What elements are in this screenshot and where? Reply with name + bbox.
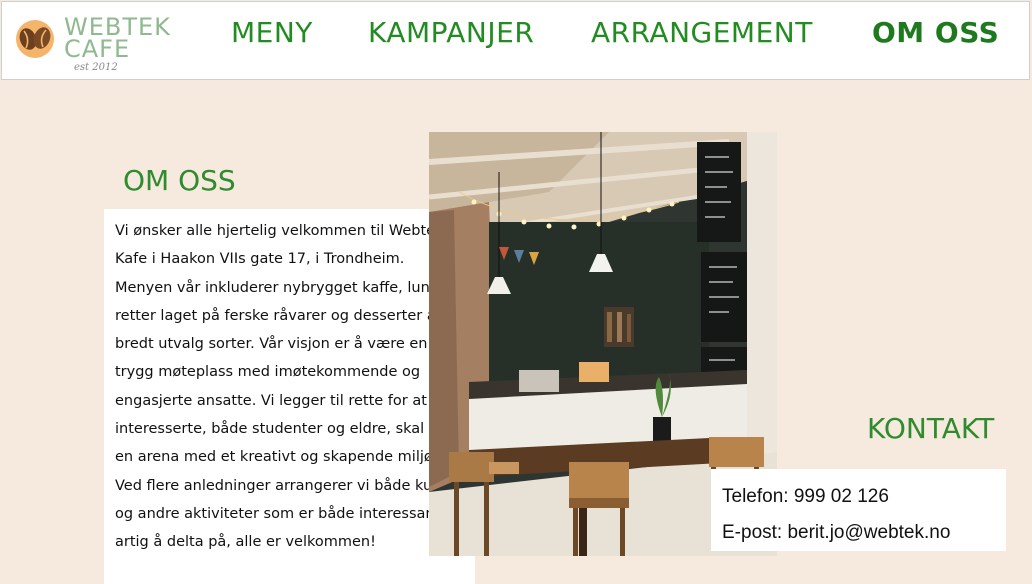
nav-item-arrangement[interactable]: ARRANGEMENT xyxy=(591,16,813,49)
logo-line-2: CAFE xyxy=(64,35,131,63)
contact-phone[interactable]: Telefon: 999 02 126 xyxy=(722,479,1006,515)
logo-established: est 2012 xyxy=(74,62,118,73)
nav-item-om-oss[interactable]: OM OSS xyxy=(872,16,999,49)
about-text: Vi ønsker alle hjertelig velkommen til W… xyxy=(115,223,464,551)
site-header: WEBTEK CAFE est 2012 MENY KAMPANJER ARRA… xyxy=(1,1,1030,80)
logo[interactable]: WEBTEK CAFE est 2012 xyxy=(12,15,182,76)
about-title: OM OSS xyxy=(123,164,236,197)
contact-email[interactable]: E-post: berit.jo@webtek.no xyxy=(722,515,1006,551)
coffee-beans-icon xyxy=(16,20,54,58)
about-card: Vi ønsker alle hjertelig velkommen til W… xyxy=(104,209,475,584)
nav-item-meny[interactable]: MENY xyxy=(231,16,313,49)
contact-card: Telefon: 999 02 126 E-post: berit.jo@web… xyxy=(711,469,1006,551)
nav-item-kampanjer[interactable]: KAMPANJER xyxy=(368,16,534,49)
contact-title: KONTAKT xyxy=(867,412,995,445)
logo-wordmark: WEBTEK CAFE xyxy=(64,15,171,63)
